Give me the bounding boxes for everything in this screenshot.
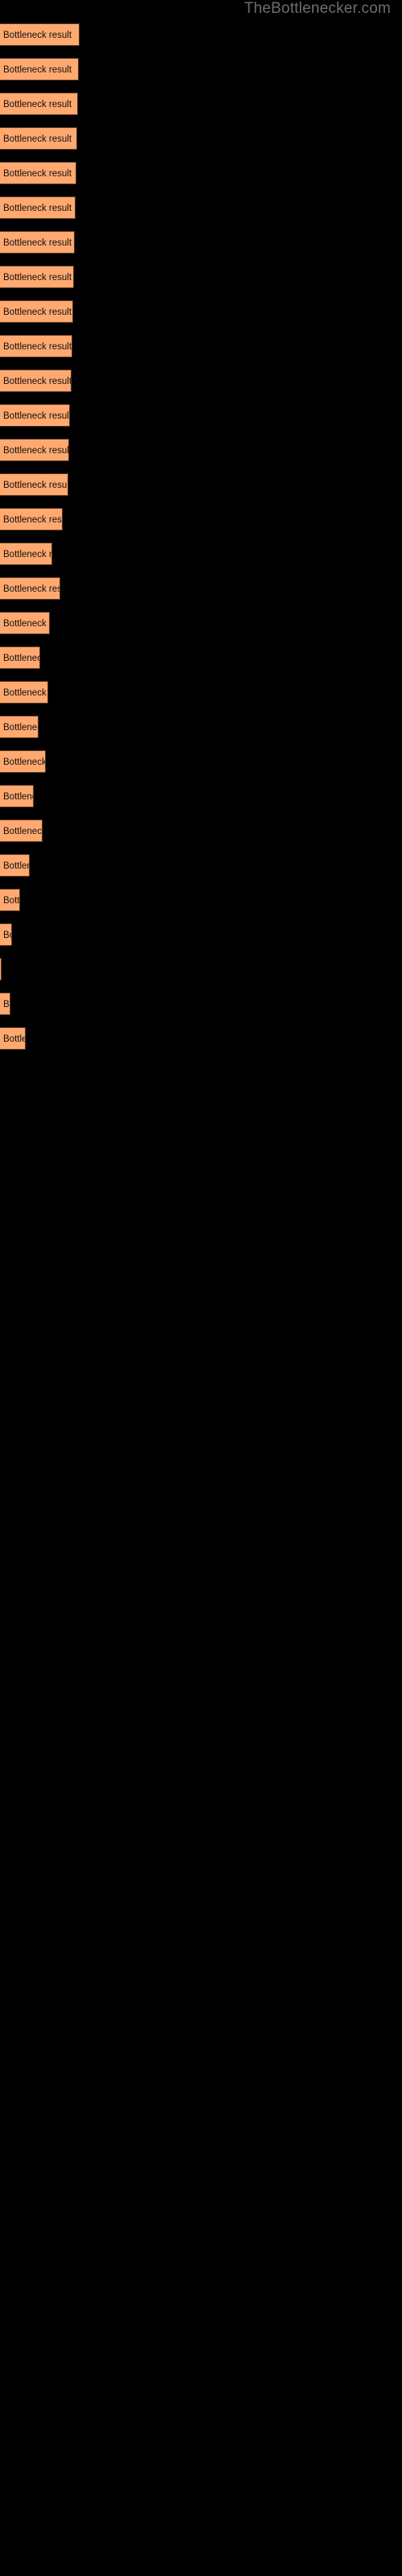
- bar-label: Bottleneck result: [3, 377, 72, 386]
- bar-segment[interactable]: Bottleneck result: [0, 993, 10, 1015]
- bar-label: Bottleneck result: [3, 446, 69, 456]
- bar-label: Bottleneck result: [3, 308, 72, 317]
- bar-row: Bottleneck result: [0, 58, 402, 80]
- bar-segment[interactable]: Bottleneck result: [0, 889, 20, 911]
- bar-row: Bottleneck result: [0, 266, 402, 288]
- bar-row: Bottleneck result: [0, 473, 402, 496]
- bar-label: Bottleneck result: [3, 238, 72, 248]
- bar-row: Bottleneck result: [0, 785, 402, 807]
- bar-row: Bottleneck result: [0, 93, 402, 115]
- bar-segment[interactable]: Bottleneck result: [0, 543, 52, 565]
- bar-label: Bottleneck result: [3, 515, 62, 525]
- bar-label: Bottleneck result: [3, 792, 33, 802]
- bar-segment[interactable]: Bottleneck result: [0, 473, 68, 496]
- bar-label: Bottleneck result: [3, 273, 72, 283]
- bar-label: Bottleneck result: [3, 758, 46, 767]
- bar-segment[interactable]: Bottleneck result: [0, 819, 43, 842]
- bar-segment[interactable]: Bottleneck result: [0, 785, 34, 807]
- bar-segment[interactable]: Bottleneck result: [0, 196, 76, 219]
- bar-label: Bottleneck result: [3, 31, 72, 40]
- bar-segment[interactable]: Bottleneck result: [0, 127, 77, 150]
- bar-segment[interactable]: Bottleneck result: [0, 577, 60, 600]
- bar-label: Bottleneck result: [3, 65, 72, 75]
- bar-label: Bottleneck result: [3, 204, 72, 213]
- bar-row: Bottleneck result: [0, 231, 402, 254]
- bar-segment[interactable]: Bottleneck result: [0, 369, 72, 392]
- bar-label: Bottleneck result: [3, 619, 49, 629]
- bar-label: Bottleneck result: [3, 584, 59, 594]
- bar-row: Bottleneck result: [0, 958, 402, 980]
- bar-row: Bottleneck result: [0, 750, 402, 773]
- bar-segment[interactable]: Bottleneck result: [0, 508, 63, 530]
- bar-label: Bottleneck result: [3, 861, 29, 871]
- bar-row: Bottleneck result: [0, 716, 402, 738]
- bar-row: Bottleneck result: [0, 23, 402, 46]
- bar-segment[interactable]: Bottleneck result: [0, 681, 48, 704]
- bar-segment[interactable]: Bottleneck result: [0, 958, 2, 980]
- bar-row: Bottleneck result: [0, 1027, 402, 1050]
- bar-row: Bottleneck result: [0, 819, 402, 842]
- bar-row: Bottleneck result: [0, 612, 402, 634]
- bar-label: Bottleneck result: [3, 411, 70, 421]
- bar-label: Bottleneck result: [3, 550, 52, 559]
- bar-row: Bottleneck result: [0, 646, 402, 669]
- bar-row: Bottleneck result: [0, 162, 402, 184]
- bar-label: Bottleneck result: [3, 100, 72, 109]
- bar-label: Bottleneck result: [3, 688, 47, 698]
- bar-label: Bottleneck result: [3, 896, 20, 906]
- bar-segment[interactable]: Bottleneck result: [0, 335, 72, 357]
- bar-segment[interactable]: Bottleneck result: [0, 854, 30, 877]
- bar-label: Bottleneck result: [3, 931, 11, 940]
- bar-label: Bottleneck result: [3, 134, 72, 144]
- bottleneck-bar-chart: Bottleneck result Bottleneck result Bottle…: [0, 0, 402, 2576]
- bar-segment[interactable]: Bottleneck result: [0, 716, 39, 738]
- bar-label: Bottleneck result: [3, 1000, 10, 1009]
- bar-row: Bottleneck result: [0, 854, 402, 877]
- bar-segment[interactable]: Bottleneck result: [0, 612, 50, 634]
- bar-label: Bottleneck result: [3, 1034, 25, 1044]
- bar-row: Bottleneck result: [0, 993, 402, 1015]
- bar-label: Bottleneck result: [3, 169, 72, 179]
- bar-row: Bottleneck result: [0, 543, 402, 565]
- bar-segment[interactable]: Bottleneck result: [0, 439, 69, 461]
- bar-row: Bottleneck result: [0, 439, 402, 461]
- bar-row: Bottleneck result: [0, 577, 402, 600]
- bar-row: Bottleneck result: [0, 404, 402, 427]
- bar-segment[interactable]: Bottleneck result: [0, 404, 70, 427]
- bar-segment[interactable]: Bottleneck result: [0, 231, 75, 254]
- bar-segment[interactable]: Bottleneck result: [0, 58, 79, 80]
- bar-row: Bottleneck result: [0, 923, 402, 946]
- bar-segment[interactable]: Bottleneck result: [0, 646, 40, 669]
- bar-row: Bottleneck result: [0, 196, 402, 219]
- bar-segment[interactable]: Bottleneck result: [0, 923, 12, 946]
- bar-row: Bottleneck result: [0, 889, 402, 911]
- bar-segment[interactable]: Bottleneck result: [0, 266, 74, 288]
- bar-label: Bottleneck result: [3, 654, 39, 663]
- bar-label: Bottleneck result: [3, 481, 68, 490]
- bar-row: Bottleneck result: [0, 335, 402, 357]
- bar-row: Bottleneck result: [0, 127, 402, 150]
- bar-row: Bottleneck result: [0, 300, 402, 323]
- bar-label: Bottleneck result: [3, 342, 72, 352]
- bar-segment[interactable]: Bottleneck result: [0, 162, 76, 184]
- bar-segment[interactable]: Bottleneck result: [0, 23, 80, 46]
- bar-segment[interactable]: Bottleneck result: [0, 300, 73, 323]
- bar-row: Bottleneck result: [0, 681, 402, 704]
- bar-segment[interactable]: Bottleneck result: [0, 750, 46, 773]
- bar-segment[interactable]: Bottleneck result: [0, 1027, 26, 1050]
- bar-row: Bottleneck result: [0, 369, 402, 392]
- bar-segment[interactable]: Bottleneck result: [0, 93, 78, 115]
- bar-label: Bottleneck result: [3, 827, 43, 836]
- bar-row: Bottleneck result: [0, 508, 402, 530]
- bar-label: Bottleneck result: [3, 723, 38, 733]
